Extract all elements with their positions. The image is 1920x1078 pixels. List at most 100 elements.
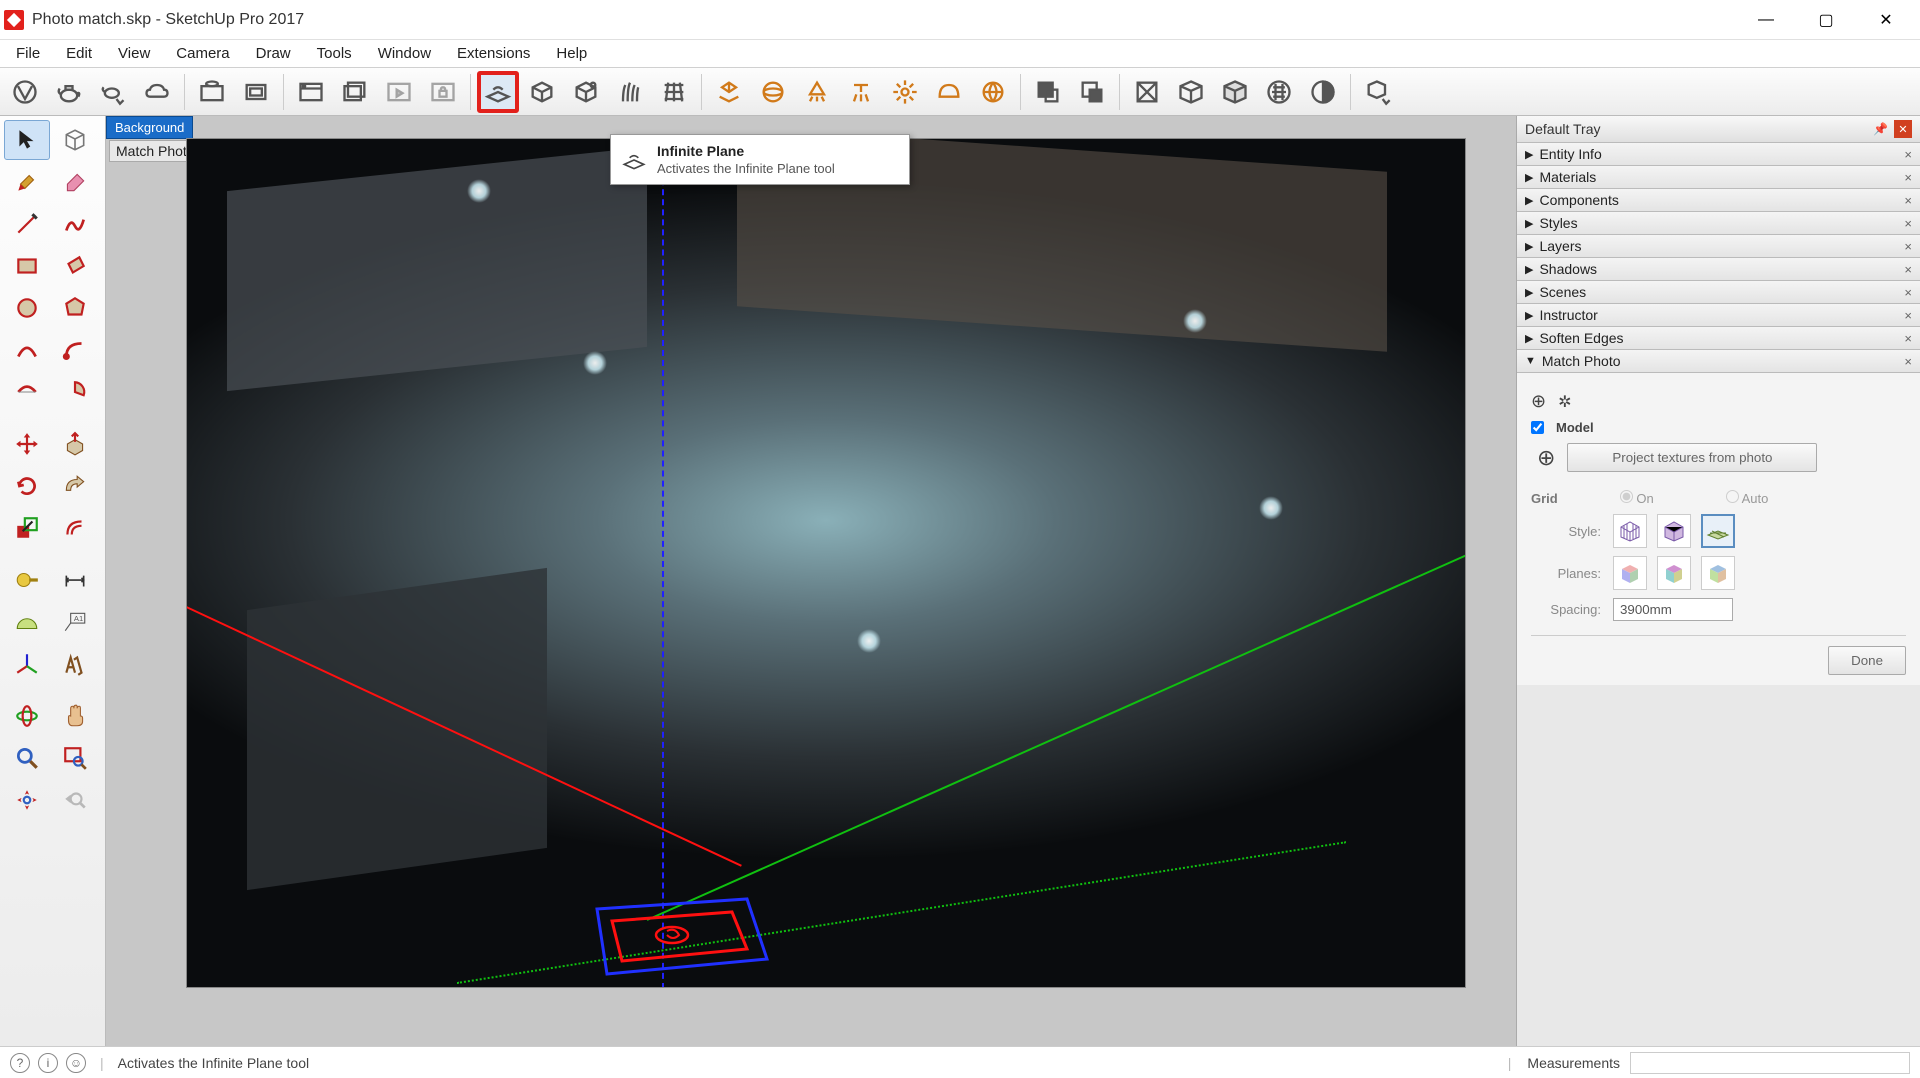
object-add-icon[interactable] <box>1027 71 1069 113</box>
zoom-tool[interactable] <box>4 738 50 778</box>
component-tool[interactable] <box>52 120 98 160</box>
menu-draw[interactable]: Draw <box>244 41 303 66</box>
viewport-render-icon[interactable] <box>191 71 233 113</box>
pushpull-tool[interactable] <box>52 424 98 464</box>
paint-tool[interactable] <box>4 162 50 202</box>
offset-tool[interactable] <box>52 508 98 548</box>
teapot-hand-icon[interactable] <box>92 71 134 113</box>
light-mesh-icon[interactable] <box>972 71 1014 113</box>
tape-tool[interactable] <box>4 560 50 600</box>
frame-play-icon[interactable] <box>378 71 420 113</box>
arc3-tool[interactable] <box>4 372 50 412</box>
text-tool[interactable]: A1 <box>52 602 98 642</box>
mesh-icon[interactable] <box>653 71 695 113</box>
panel-components[interactable]: ▶Components× <box>1517 189 1920 212</box>
teapot-icon[interactable] <box>48 71 90 113</box>
light-dome-icon[interactable] <box>928 71 970 113</box>
close-button[interactable]: ✕ <box>1856 0 1916 40</box>
panel-styles[interactable]: ▶Styles× <box>1517 212 1920 235</box>
arc2-tool[interactable] <box>52 330 98 370</box>
planes-option-3[interactable] <box>1701 556 1735 590</box>
dimension-tool[interactable] <box>52 560 98 600</box>
menu-window[interactable]: Window <box>366 41 443 66</box>
menu-file[interactable]: File <box>4 41 52 66</box>
maximize-button[interactable]: ▢ <box>1796 0 1856 40</box>
info-icon[interactable]: i <box>38 1053 58 1073</box>
checker-icon[interactable] <box>1258 71 1300 113</box>
spacing-input[interactable] <box>1613 598 1733 621</box>
rectangle-tool[interactable] <box>4 246 50 286</box>
pie-tool[interactable] <box>52 372 98 412</box>
frame-buffer-icon[interactable] <box>290 71 332 113</box>
menu-extensions[interactable]: Extensions <box>445 41 542 66</box>
previous-view-tool[interactable] <box>52 780 98 820</box>
help-icon[interactable]: ? <box>10 1053 30 1073</box>
freehand-tool[interactable] <box>52 204 98 244</box>
model-checkbox[interactable] <box>1531 421 1544 434</box>
panel-shadows[interactable]: ▶Shadows× <box>1517 258 1920 281</box>
zoom-extents-tool[interactable] <box>4 780 50 820</box>
frame-stack-icon[interactable] <box>334 71 376 113</box>
menu-view[interactable]: View <box>106 41 162 66</box>
arc-tool[interactable] <box>4 330 50 370</box>
line-tool[interactable] <box>4 204 50 244</box>
uv-icon[interactable] <box>1126 71 1168 113</box>
zoom-window-tool[interactable] <box>52 738 98 778</box>
menu-tools[interactable]: Tools <box>305 41 364 66</box>
cloud-icon[interactable] <box>136 71 178 113</box>
measurements-input[interactable] <box>1630 1052 1910 1074</box>
infinite-plane-button[interactable] <box>477 71 519 113</box>
panel-instructor[interactable]: ▶Instructor× <box>1517 304 1920 327</box>
menu-help[interactable]: Help <box>544 41 599 66</box>
light-rect-icon[interactable] <box>708 71 750 113</box>
light-omni-icon[interactable] <box>884 71 926 113</box>
protractor-tool[interactable] <box>4 602 50 642</box>
pan-tool[interactable] <box>52 696 98 736</box>
grid-on-radio[interactable] <box>1620 490 1633 503</box>
pick-cube-icon[interactable] <box>1357 71 1399 113</box>
style-option-3[interactable] <box>1701 514 1735 548</box>
minimize-button[interactable]: — <box>1736 0 1796 40</box>
select-tool[interactable] <box>4 120 50 160</box>
frame-icon[interactable] <box>235 71 277 113</box>
panel-materials[interactable]: ▶Materials× <box>1517 166 1920 189</box>
rotated-rect-tool[interactable] <box>52 246 98 286</box>
box-fill-icon[interactable] <box>1214 71 1256 113</box>
viewport[interactable] <box>186 138 1466 988</box>
rotate-tool[interactable] <box>4 466 50 506</box>
panel-match-photo[interactable]: ▼Match Photo× <box>1517 350 1920 373</box>
eraser-tool[interactable] <box>52 162 98 202</box>
new-match-icon[interactable]: ⊕ <box>1531 391 1546 412</box>
pin-icon[interactable]: 📌 <box>1873 122 1888 136</box>
lock-frame-icon[interactable] <box>422 71 464 113</box>
panel-layers[interactable]: ▶Layers× <box>1517 235 1920 258</box>
fur-icon[interactable] <box>609 71 651 113</box>
move-tool[interactable] <box>4 424 50 464</box>
scene-tab-background[interactable]: Background <box>106 116 193 139</box>
style-option-1[interactable] <box>1613 514 1647 548</box>
orbit-tool[interactable] <box>4 696 50 736</box>
planes-option-1[interactable] <box>1613 556 1647 590</box>
panel-scenes[interactable]: ▶Scenes× <box>1517 281 1920 304</box>
gear-icon[interactable]: ✲ <box>1558 392 1571 412</box>
box-wire-icon[interactable] <box>1170 71 1212 113</box>
axes-tool[interactable] <box>4 644 50 684</box>
object-sub-icon[interactable] <box>1071 71 1113 113</box>
shade-icon[interactable] <box>1302 71 1344 113</box>
project-textures-button[interactable]: Project textures from photo <box>1567 443 1817 472</box>
circle-tool[interactable] <box>4 288 50 328</box>
menu-camera[interactable]: Camera <box>164 41 241 66</box>
tray-close-button[interactable]: ✕ <box>1894 120 1912 138</box>
light-spot-icon[interactable] <box>796 71 838 113</box>
vray-logo-icon[interactable] <box>4 71 46 113</box>
light-ies-icon[interactable] <box>840 71 882 113</box>
menu-edit[interactable]: Edit <box>54 41 104 66</box>
style-option-2[interactable] <box>1657 514 1691 548</box>
scale-tool[interactable] <box>4 508 50 548</box>
polygon-tool[interactable] <box>52 288 98 328</box>
done-button[interactable]: Done <box>1828 646 1906 675</box>
light-sphere-icon[interactable] <box>752 71 794 113</box>
panel-soften-edges[interactable]: ▶Soften Edges× <box>1517 327 1920 350</box>
grid-auto-radio[interactable] <box>1726 490 1739 503</box>
3dtext-tool[interactable] <box>52 644 98 684</box>
